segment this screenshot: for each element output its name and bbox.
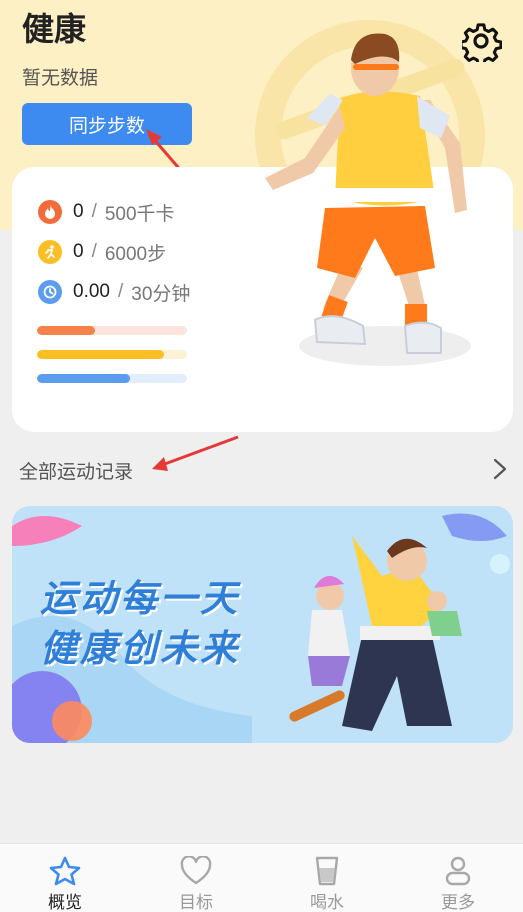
stat-separator: / (117, 281, 124, 302)
steps-stat: 0 / 6000步 (38, 238, 166, 266)
flame-icon (38, 200, 62, 224)
tab-goal[interactable]: 目标 (131, 844, 261, 912)
star-icon (49, 856, 81, 886)
duration-stat: 0.00 / 30分钟 (38, 278, 190, 306)
running-icon (38, 240, 62, 264)
heart-icon (180, 856, 212, 885)
tab-goal-label: 目标 (179, 893, 213, 912)
duration-goal: 30分钟 (131, 283, 191, 305)
cup-icon (315, 856, 339, 886)
chevron-right-icon[interactable] (490, 458, 510, 480)
all-records-label: 全部运动记录 (19, 462, 134, 483)
stat-separator: / (91, 201, 97, 222)
tab-overview[interactable]: 概览 (0, 844, 130, 912)
duration-progress-bar (37, 374, 187, 383)
banner-headline-line1: 运动每一天 (40, 578, 240, 619)
banner-headline-line2: 健康创未来 (40, 628, 240, 669)
athlete-illustration (265, 33, 471, 366)
calories-stat: 0 / 500千卡 (38, 198, 175, 226)
all-records-row[interactable]: 全部运动记录 (0, 445, 523, 493)
duration-value: 0.00 (73, 281, 110, 302)
calories-progress-fill (37, 326, 95, 335)
tab-more[interactable]: 更多 (393, 844, 523, 912)
steps-value: 0 (73, 241, 84, 262)
person-icon (445, 856, 471, 886)
tab-water-label: 喝水 (310, 893, 344, 912)
tab-more-label: 更多 (441, 893, 475, 912)
data-status-text: 暂无数据 (22, 68, 99, 89)
page-title: 健康 (22, 11, 87, 47)
clock-icon (38, 280, 62, 304)
calories-goal: 500千卡 (104, 203, 175, 225)
bottom-tab-bar: 概览 目标 喝水 更多 (0, 843, 523, 912)
steps-goal: 6000步 (104, 243, 167, 265)
annotation-arrow (152, 435, 239, 471)
calories-value: 0 (73, 201, 84, 222)
calories-progress-bar (37, 326, 187, 335)
duration-progress-fill (37, 374, 130, 383)
steps-progress-bar (37, 350, 187, 359)
promo-banner[interactable]: 运动每一天 健康创未来 (12, 506, 513, 743)
steps-progress-fill (37, 350, 164, 359)
stat-separator: / (91, 241, 97, 262)
tab-overview-label: 概览 (48, 893, 82, 912)
tab-water[interactable]: 喝水 (262, 844, 392, 912)
